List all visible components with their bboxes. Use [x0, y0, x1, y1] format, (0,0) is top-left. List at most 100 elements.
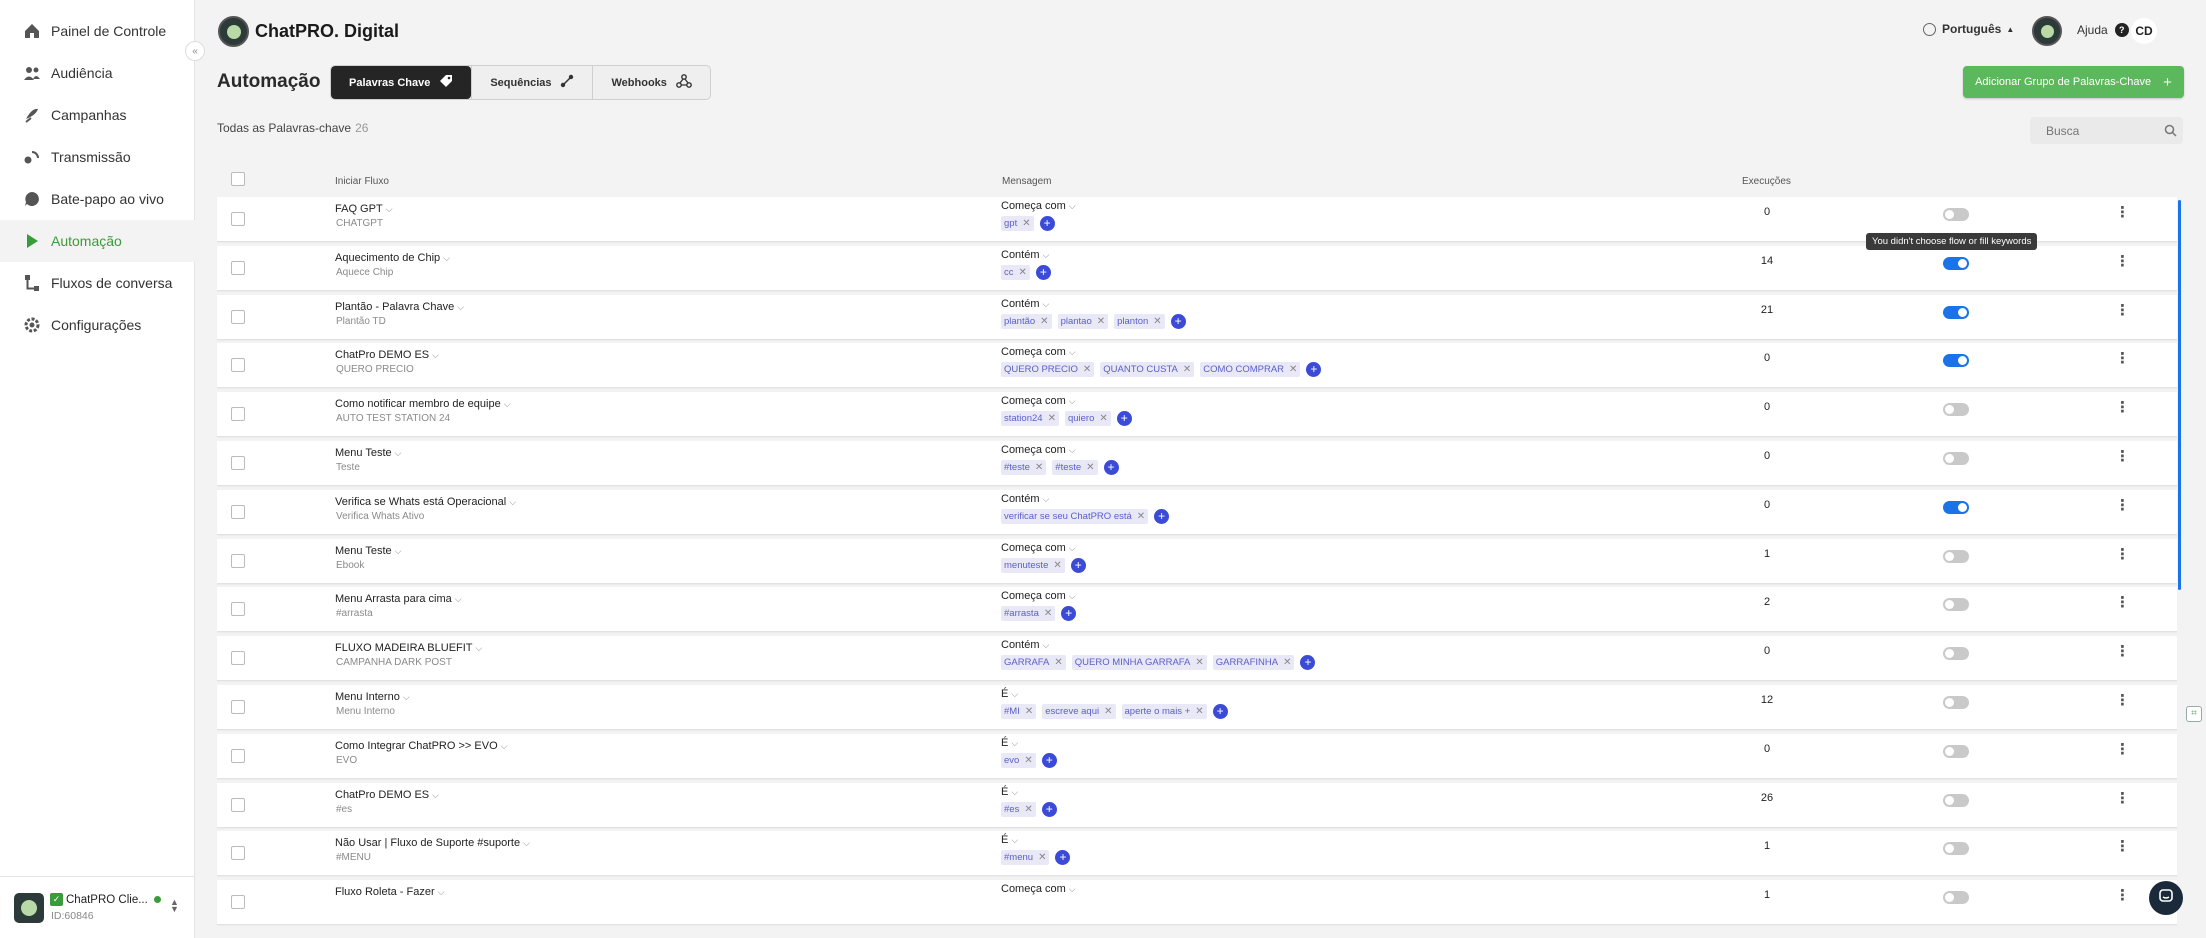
- add-keyword-icon[interactable]: +: [1116, 411, 1132, 427]
- row-checkbox[interactable]: [231, 797, 245, 812]
- add-keyword-icon[interactable]: +: [1041, 752, 1057, 768]
- row-checkbox[interactable]: [231, 260, 245, 275]
- add-keyword-icon[interactable]: +: [1035, 264, 1051, 280]
- remove-keyword-icon[interactable]: ✕: [1035, 462, 1043, 473]
- add-keyword-icon[interactable]: +: [1170, 313, 1186, 329]
- more-options-icon[interactable]: ⋮: [2115, 791, 2130, 806]
- add-keyword-icon[interactable]: +: [1070, 557, 1086, 573]
- remove-keyword-icon[interactable]: ✕: [1086, 462, 1094, 473]
- add-keyword-icon[interactable]: +: [1103, 460, 1119, 475]
- flow-selector[interactable]: Aquecimento de Chip ⌵: [335, 252, 450, 264]
- row-checkbox[interactable]: [231, 895, 245, 910]
- flow-selector[interactable]: Fluxo Roleta - Fazer ⌵: [335, 886, 444, 898]
- remove-keyword-icon[interactable]: ✕: [1099, 413, 1107, 424]
- support-chat-button[interactable]: [2149, 881, 2183, 915]
- add-keyword-icon[interactable]: +: [1154, 508, 1170, 524]
- add-keyword-icon[interactable]: +: [1041, 801, 1057, 817]
- row-checkbox[interactable]: [231, 504, 245, 519]
- row-checkbox[interactable]: [231, 846, 245, 861]
- remove-keyword-icon[interactable]: ✕: [1048, 413, 1056, 424]
- match-type-selector[interactable]: Contém ⌵: [1001, 493, 1049, 505]
- active-toggle[interactable]: [1943, 891, 1969, 905]
- more-options-icon[interactable]: ⋮: [2115, 254, 2130, 269]
- match-type-selector[interactable]: É ⌵: [1001, 786, 1018, 798]
- sidebar-item-bate-papo[interactable]: Bate-papo ao vivo: [0, 178, 195, 220]
- flow-selector[interactable]: Menu Arrasta para cima ⌵: [335, 593, 462, 605]
- remove-keyword-icon[interactable]: ✕: [1137, 511, 1145, 522]
- match-type-selector[interactable]: Contém ⌵: [1001, 639, 1049, 651]
- remove-keyword-icon[interactable]: ✕: [1053, 560, 1061, 571]
- active-toggle[interactable]: [1943, 305, 1969, 319]
- active-toggle[interactable]: [1943, 549, 1969, 563]
- more-options-icon[interactable]: ⋮: [2115, 449, 2130, 464]
- active-toggle[interactable]: [1943, 403, 1969, 417]
- match-type-selector[interactable]: Começa com ⌵: [1001, 883, 1076, 895]
- add-keyword-icon[interactable]: +: [1055, 850, 1071, 866]
- scrollbar[interactable]: [2178, 200, 2181, 590]
- search-box[interactable]: [2030, 117, 2183, 144]
- more-options-icon[interactable]: ⋮: [2115, 644, 2130, 659]
- edit-keywords-icon[interactable]: ⌗: [2186, 706, 2202, 722]
- remove-keyword-icon[interactable]: ✕: [1104, 706, 1112, 717]
- remove-keyword-icon[interactable]: ✕: [1019, 267, 1027, 278]
- flow-selector[interactable]: FAQ GPT ⌵: [335, 203, 393, 215]
- flow-selector[interactable]: ChatPro DEMO ES ⌵: [335, 349, 439, 361]
- tab-webhooks[interactable]: Webhooks: [592, 66, 709, 99]
- active-toggle[interactable]: [1943, 744, 1969, 758]
- remove-keyword-icon[interactable]: ✕: [1195, 657, 1203, 668]
- account-switcher[interactable]: ✓ ChatPRO Clie... ID:60846 ▲ ▼: [0, 876, 195, 938]
- expand-updown-icon[interactable]: ▲ ▼: [170, 898, 179, 914]
- match-type-selector[interactable]: Contém ⌵: [1001, 298, 1049, 310]
- remove-keyword-icon[interactable]: ✕: [1183, 364, 1191, 375]
- more-options-icon[interactable]: ⋮: [2115, 351, 2130, 366]
- row-checkbox[interactable]: [231, 456, 245, 470]
- match-type-selector[interactable]: Começa com ⌵: [1001, 395, 1076, 407]
- row-checkbox[interactable]: [231, 748, 245, 763]
- tab-sequencias[interactable]: Sequências: [471, 66, 592, 99]
- match-type-selector[interactable]: Começa com ⌵: [1001, 590, 1076, 602]
- remove-keyword-icon[interactable]: ✕: [1038, 852, 1046, 863]
- active-toggle[interactable]: [1943, 647, 1969, 661]
- app-logo[interactable]: ChatPRO. Digital: [218, 16, 399, 47]
- add-keyword-icon[interactable]: +: [1306, 362, 1322, 378]
- match-type-selector[interactable]: Começa com ⌵: [1001, 200, 1076, 212]
- row-checkbox[interactable]: [231, 651, 245, 666]
- sidebar-item-configuracoes[interactable]: Configurações: [0, 304, 195, 346]
- search-input[interactable]: [2046, 123, 2156, 138]
- active-toggle[interactable]: [1943, 598, 1969, 612]
- remove-keyword-icon[interactable]: ✕: [1153, 316, 1161, 327]
- active-toggle[interactable]: [1943, 452, 1969, 465]
- more-options-icon[interactable]: ⋮: [2115, 595, 2130, 610]
- flow-selector[interactable]: Menu Interno ⌵: [335, 691, 410, 703]
- match-type-selector[interactable]: Contém ⌵: [1001, 249, 1049, 261]
- remove-keyword-icon[interactable]: ✕: [1195, 706, 1203, 717]
- more-options-icon[interactable]: ⋮: [2115, 742, 2130, 757]
- flow-selector[interactable]: Como notificar membro de equipe ⌵: [335, 398, 511, 410]
- more-options-icon[interactable]: ⋮: [2115, 547, 2130, 562]
- remove-keyword-icon[interactable]: ✕: [1044, 608, 1052, 619]
- match-type-selector[interactable]: Começa com ⌵: [1001, 542, 1076, 554]
- active-toggle[interactable]: [1943, 793, 1969, 807]
- match-type-selector[interactable]: É ⌵: [1001, 834, 1018, 846]
- help-link[interactable]: Ajuda ?: [2077, 23, 2129, 37]
- remove-keyword-icon[interactable]: ✕: [1040, 316, 1048, 327]
- flow-selector[interactable]: Como Integrar ChatPRO >> EVO ⌵: [335, 740, 507, 752]
- sidebar-item-painel[interactable]: Painel de Controle: [0, 10, 195, 52]
- active-toggle[interactable]: [1943, 500, 1969, 514]
- remove-keyword-icon[interactable]: ✕: [1083, 364, 1091, 375]
- active-toggle[interactable]: [1943, 842, 1969, 856]
- active-toggle[interactable]: [1943, 354, 1969, 368]
- more-options-icon[interactable]: ⋮: [2115, 498, 2130, 513]
- user-avatar[interactable]: CD: [2131, 18, 2157, 44]
- active-toggle[interactable]: [1943, 256, 1969, 270]
- row-checkbox[interactable]: [231, 309, 245, 324]
- sidebar-item-transmissao[interactable]: Transmissão: [0, 136, 195, 178]
- add-keyword-group-button[interactable]: Adicionar Grupo de Palavras-Chave +: [1963, 66, 2184, 98]
- remove-keyword-icon[interactable]: ✕: [1054, 657, 1062, 668]
- sidebar-item-audiencia[interactable]: Audiência: [0, 52, 195, 94]
- flow-selector[interactable]: Menu Teste ⌵: [335, 447, 402, 459]
- remove-keyword-icon[interactable]: ✕: [1097, 316, 1105, 327]
- flow-selector[interactable]: ChatPro DEMO ES ⌵: [335, 789, 439, 801]
- add-keyword-icon[interactable]: +: [1212, 704, 1228, 719]
- flow-selector[interactable]: Menu Teste ⌵: [335, 545, 402, 557]
